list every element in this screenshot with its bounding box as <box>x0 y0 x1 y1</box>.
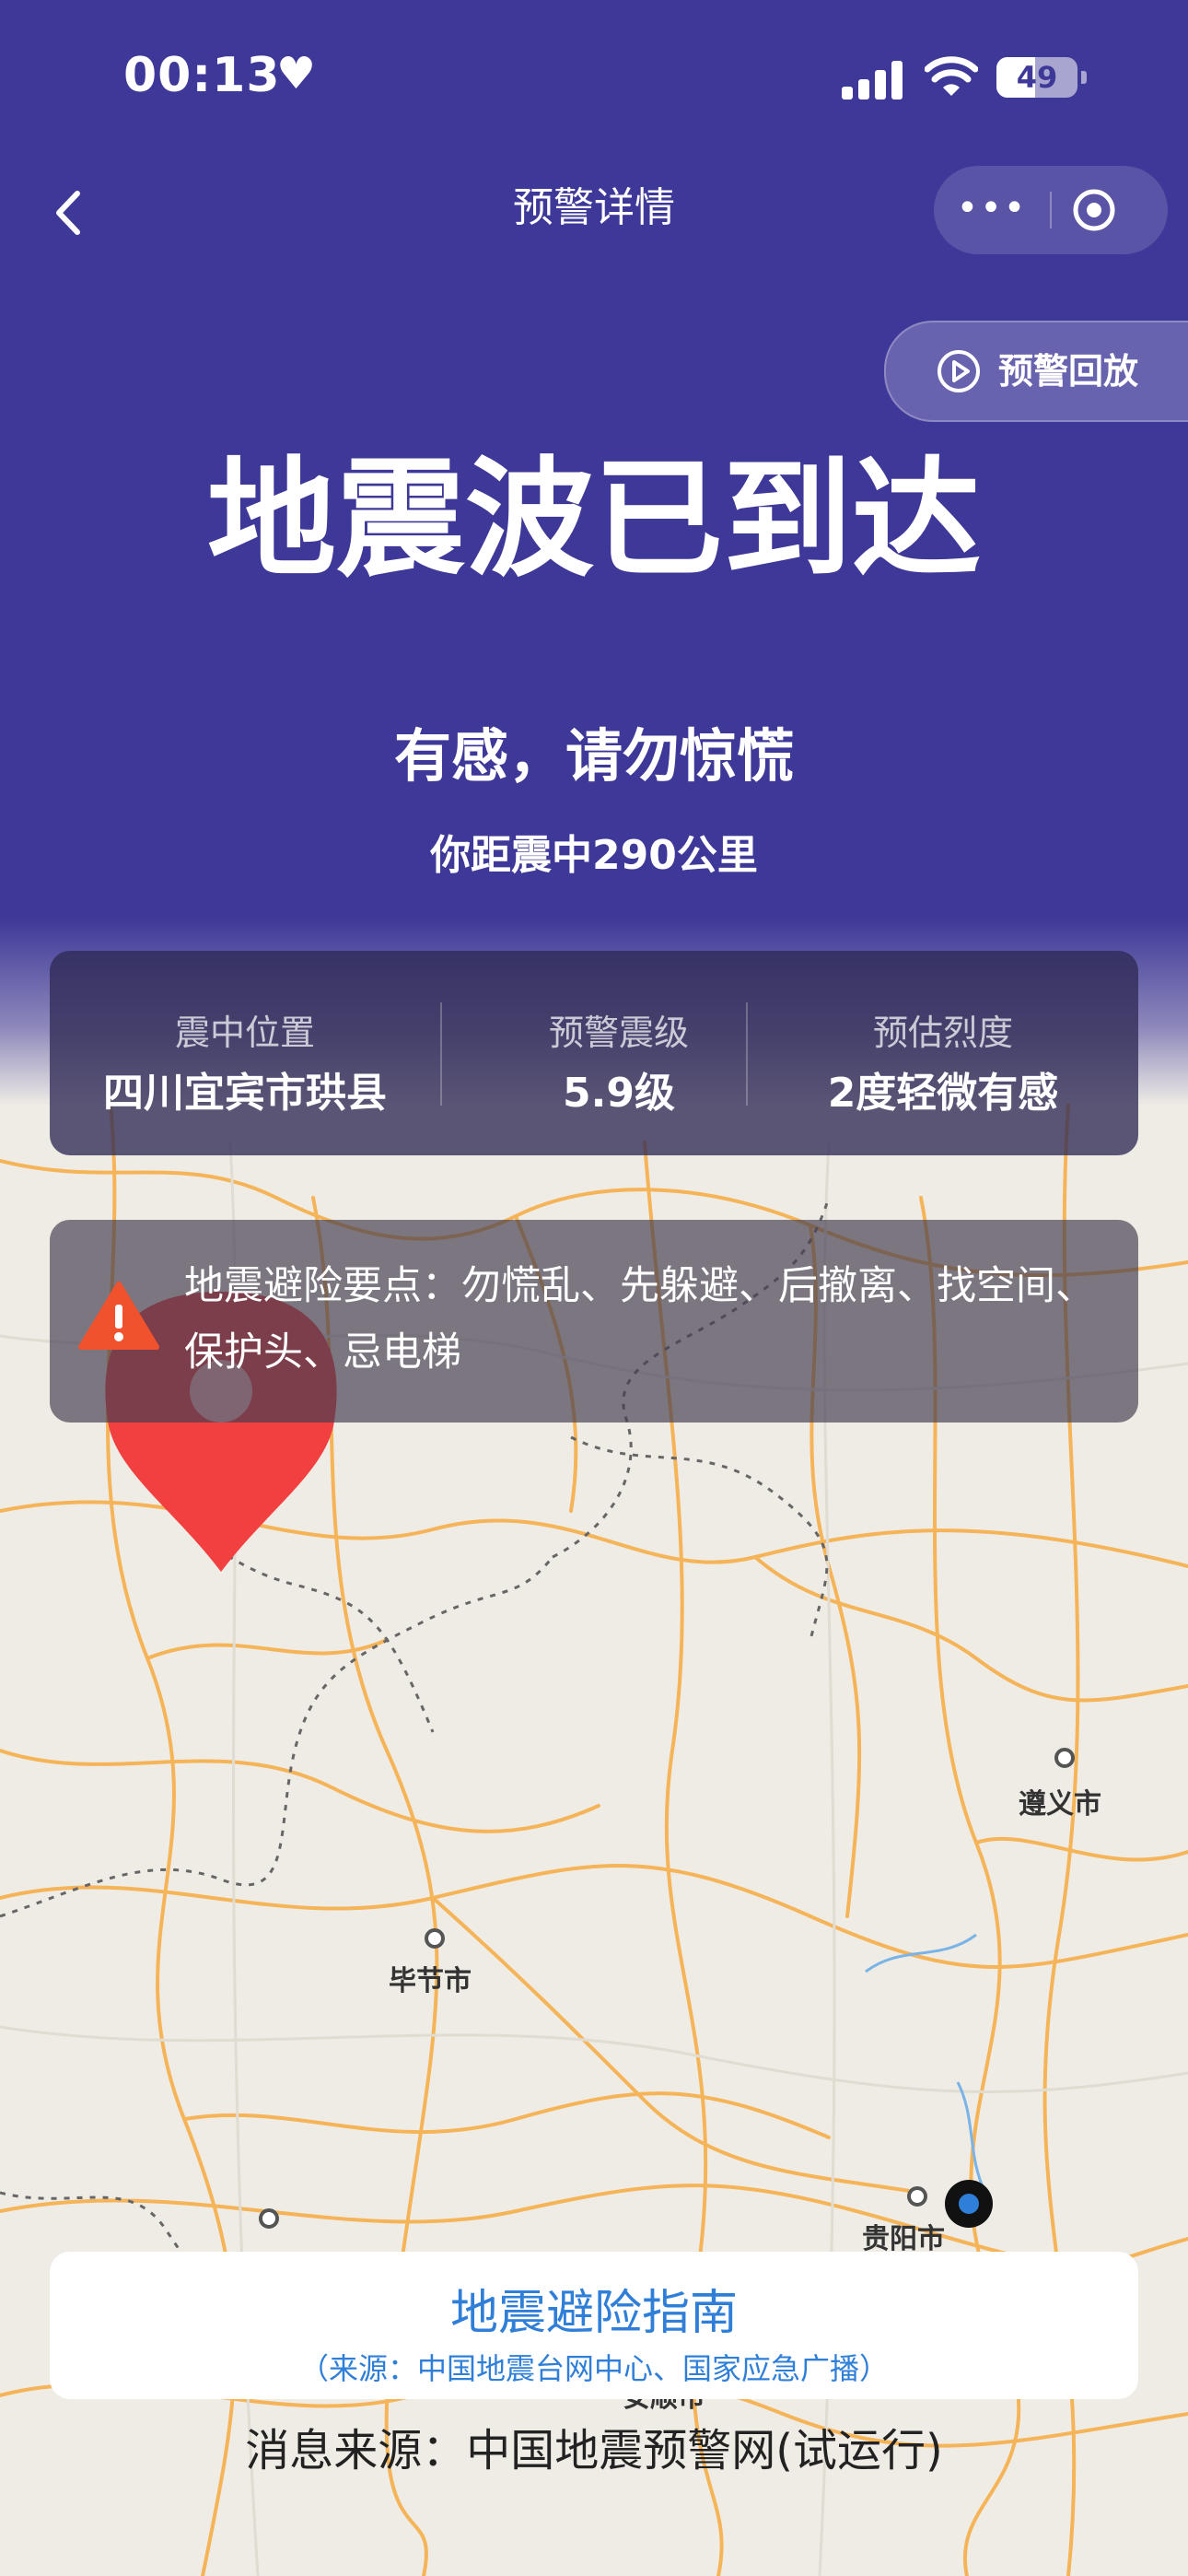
magnitude-info: 预警震级 5.9级 <box>442 951 796 1155</box>
magnitude-value: 5.9级 <box>563 1070 675 1117</box>
warning-icon <box>78 1282 159 1350</box>
replay-label: 预警回放 <box>998 351 1139 392</box>
city-label-guiyang: 贵阳市 <box>862 2223 945 2255</box>
safety-tips-card: 地震避险要点：勿慌乱、先躲避、后撤离、找空间、保护头、忌电梯 <box>50 1220 1138 1423</box>
intensity-label: 预估烈度 <box>872 1013 1013 1053</box>
battery-icon: 49 <box>996 57 1087 98</box>
message-source: 消息来源：中国地震预警网(试运行) <box>245 2425 943 2476</box>
guide-source: （来源：中国地震台网中心、国家应急广播） <box>298 2351 889 2386</box>
city-label-bijie: 毕节市 <box>389 1965 472 1997</box>
status-bar: 00:13 ♥ 49 <box>0 0 1188 157</box>
cellular-signal-icon <box>842 59 906 100</box>
quake-info-card: 震中位置 四川宜宾市珙县 预警震级 5.9级 预估烈度 2度轻微有感 <box>50 951 1138 1155</box>
intensity-info: 预估烈度 2度轻微有感 <box>748 951 1138 1155</box>
epicenter-value: 四川宜宾市珙县 <box>103 1070 387 1117</box>
intensity-value: 2度轻微有感 <box>827 1070 1059 1117</box>
status-time: 00:13 <box>123 48 281 103</box>
city-label-zunyi: 遵义市 <box>1019 1788 1101 1821</box>
epicenter-info: 震中位置 四川宜宾市珙县 <box>50 951 440 1155</box>
alert-subhead: 有感，请勿惊慌 <box>393 722 794 790</box>
alert-headline: 地震波已到达 <box>206 445 981 595</box>
play-circle-icon <box>938 350 980 392</box>
magnitude-label: 预警震级 <box>548 1013 689 1053</box>
epicenter-label: 震中位置 <box>174 1013 315 1053</box>
distance-text: 你距震中290公里 <box>430 832 758 879</box>
close-miniprogram-icon[interactable] <box>1072 188 1116 232</box>
wifi-icon <box>925 56 978 96</box>
guide-link[interactable]: 地震避险指南 <box>50 2274 1138 2343</box>
evacuation-guide-card[interactable]: 地震避险指南 （来源：中国地震台网中心、国家应急广播） <box>50 2252 1138 2399</box>
battery-level: 49 <box>1016 60 1058 95</box>
replay-button[interactable]: 预警回放 <box>884 321 1188 422</box>
user-location-icon <box>945 2180 993 2228</box>
safety-tips-text: 地震避险要点：勿慌乱、先躲避、后撤离、找空间、保护头、忌电梯 <box>184 1263 1095 1376</box>
more-menu-button[interactable]: ••• <box>934 166 1050 254</box>
heart-icon: ♥ <box>276 48 317 100</box>
miniprogram-capsule: ••• <box>934 166 1168 254</box>
